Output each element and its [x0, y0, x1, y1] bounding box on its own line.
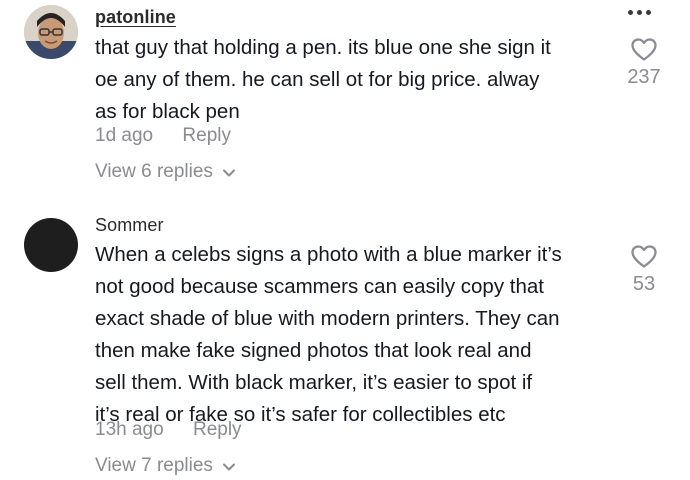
comment-text-line: then make fake signed photos that look r… [95, 339, 532, 362]
comment-meta: 1d ago Reply [95, 125, 231, 147]
comment-text: When a celebs signs a photo with a blue … [95, 239, 615, 431]
avatar[interactable] [24, 218, 78, 272]
comment-text-line: not good because scammers can easily cop… [95, 275, 544, 298]
view-replies-button[interactable]: View 6 replies [95, 161, 235, 183]
timestamp: 13h ago [95, 419, 164, 440]
view-replies-button[interactable]: View 7 replies [95, 455, 235, 477]
like-button[interactable]: 53 [619, 245, 669, 296]
view-replies-label: View 6 replies [95, 161, 213, 182]
comment-text-line: that guy that holding a pen. its blue on… [95, 36, 551, 59]
heart-outline-icon [631, 38, 657, 61]
reply-button[interactable]: Reply [193, 419, 242, 440]
username[interactable]: Sommer [95, 215, 164, 236]
comment-item: Sommer When a celebs signs a photo with … [0, 205, 690, 480]
like-count: 53 [632, 273, 656, 295]
like-count: 237 [627, 66, 661, 88]
chevron-down-icon [222, 463, 235, 471]
dot [628, 10, 633, 15]
comment-meta: 13h ago Reply [95, 419, 242, 441]
comment-text-line: oe any of them. he can sell ot for big p… [95, 68, 540, 91]
comment-text-line: sell them. With black marker, it’s easie… [95, 371, 533, 394]
more-dots-icon[interactable] [628, 10, 651, 15]
comment-text: that guy that holding a pen. its blue on… [95, 32, 615, 128]
comment-text-line: When a celebs signs a photo with a blue … [95, 243, 562, 266]
timestamp: 1d ago [95, 125, 154, 146]
username[interactable]: patonline [95, 7, 176, 28]
view-replies-label: View 7 replies [95, 455, 213, 476]
comment-text-line: exact shade of blue with modern printers… [95, 307, 560, 330]
chevron-down-icon [222, 169, 235, 177]
dot [637, 10, 642, 15]
comment-text-line: as for black pen [95, 100, 240, 123]
heart-outline-icon [631, 245, 657, 268]
avatar[interactable] [24, 5, 78, 59]
dot [646, 10, 651, 15]
comment-item: patonline that guy that holding a pen. i… [0, 0, 690, 200]
like-button[interactable]: 237 [619, 38, 669, 89]
reply-button[interactable]: Reply [182, 125, 231, 146]
